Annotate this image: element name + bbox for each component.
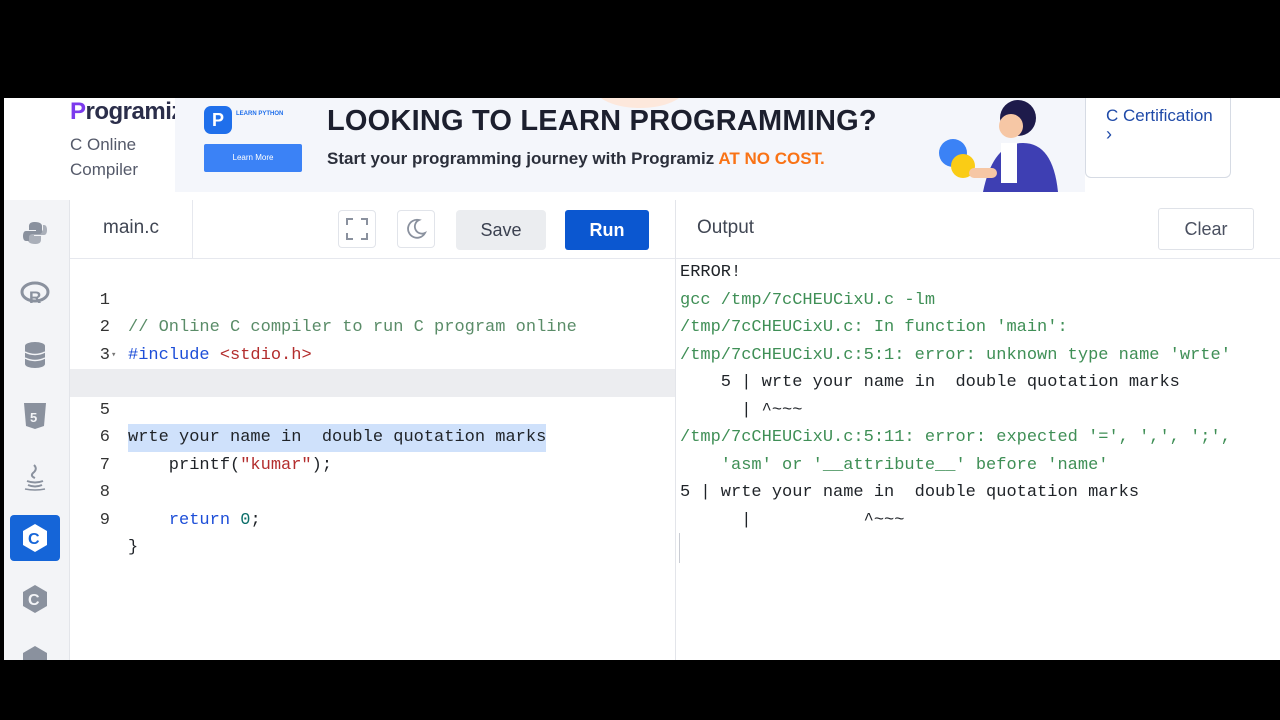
ad-subline: Start your programming journey with Prog… [327,149,825,168]
output-line: gcc /tmp/7cCHEUCixU.c -lm [680,290,936,310]
code-line-active[interactable]: 5 wrte your name in double quotation mar… [70,369,675,452]
file-tab-main-c[interactable]: main.c [70,200,193,258]
code-area[interactable]: 1 // Online C compiler to run C program … [70,259,675,558]
expand-icon [346,218,368,240]
editor-toolbar: main.c Save Run [70,200,675,259]
svg-text:5: 5 [30,410,37,425]
learn-python-badge-icon: P [204,106,232,134]
sidebar-item-java[interactable] [10,454,60,500]
sidebar-item-c[interactable]: C [10,515,60,561]
chevron-right-icon: › [1106,124,1112,144]
code-editor-panel: main.c Save Run 1 // Online C compiler t… [70,200,675,660]
output-line: 'asm' or '__attribute__' before 'name' [680,455,1109,475]
output-line: | ^~~~ [680,400,803,420]
logo-text: rogramiz [85,98,184,125]
sidebar-item-cpp[interactable]: C [10,576,60,622]
output-line: /tmp/7cCHEUCixU.c: In function 'main': [680,318,1068,337]
output-console[interactable]: ERROR! gcc /tmp/7cCHEUCixU.c -lm /tmp/7c… [680,259,1280,534]
output-line: ERROR! [680,263,742,282]
sidebar-item-python[interactable] [10,210,60,256]
run-button[interactable]: Run [565,210,649,250]
save-button[interactable]: Save [456,210,546,250]
sidebar-item-html[interactable]: 5 [10,393,60,439]
csharp-icon [23,646,47,660]
fullscreen-button[interactable] [338,210,376,248]
moon-icon [407,218,427,239]
output-panel: Output Clear ERROR! gcc /tmp/7cCHEUCixU.… [676,200,1280,660]
code-line[interactable]: 9 } [70,479,675,558]
output-line: | ^~~~ [680,510,905,530]
theme-toggle-button[interactable] [397,210,435,248]
code-line[interactable]: 4 ▾ int main() { [70,342,675,448]
sidebar-item-r[interactable]: R [10,271,60,317]
header: Programiz C Online Compiler P LEARN PYTH… [4,98,1280,201]
ad-learn-more-button[interactable]: Learn More [204,144,302,172]
fold-arrow-icon[interactable]: ▾ [111,342,116,370]
ad-card: P LEARN PYTHON Learn More [204,106,304,172]
ad-headline: LOOKING TO LEARN PROGRAMMING? [327,105,877,137]
c-language-icon: C [23,524,47,552]
programiz-logo[interactable]: Programiz [70,98,183,126]
svg-text:C: C [28,592,40,609]
python-icon [23,222,47,244]
code-line[interactable]: 7 [70,424,675,475]
database-icon [24,342,46,368]
code-line[interactable]: 8 return 0; [70,452,675,530]
c-certification-link[interactable]: C Certification › [1085,98,1231,178]
cpp-icon: C [23,585,47,613]
sidebar-item-sql[interactable] [10,332,60,378]
code-line[interactable]: 6 printf("kumar"); [70,397,675,475]
java-icon [24,464,46,491]
svg-text:C: C [28,531,40,548]
sidebar-item-csharp[interactable] [10,637,60,660]
ad-badge-text: LEARN PYTHON [236,111,284,117]
student-illustration-icon [939,100,1058,192]
code-line[interactable]: 1 // Online C compiler to run C program … [70,259,675,338]
output-title: Output [697,217,755,238]
input-cursor [679,533,680,563]
output-line: /tmp/7cCHEUCixU.c:5:11: error: expected … [680,428,1231,447]
clear-button[interactable]: Clear [1158,208,1254,250]
r-icon: R [20,281,50,307]
output-line: 5 | wrte your name in double quotation m… [680,373,1180,392]
ad-banner[interactable]: P LEARN PYTHON Learn More LOOKING TO LEA… [175,98,1085,192]
page-subtitle: C Online Compiler [70,135,139,179]
compiler-window: Programiz C Online Compiler P LEARN PYTH… [4,98,1280,660]
svg-text:R: R [29,288,41,307]
html5-icon: 5 [24,403,46,429]
output-line: 5 | wrte your name in double quotation m… [680,483,1140,502]
code-line[interactable]: 2 #include <stdio.h> [70,287,675,365]
output-line: /tmp/7cCHEUCixU.c:5:1: error: unknown ty… [680,345,1231,365]
code-line[interactable]: 3 [70,314,675,365]
output-header: Output Clear [676,200,1280,259]
language-sidebar: R 5 C C [4,200,70,660]
